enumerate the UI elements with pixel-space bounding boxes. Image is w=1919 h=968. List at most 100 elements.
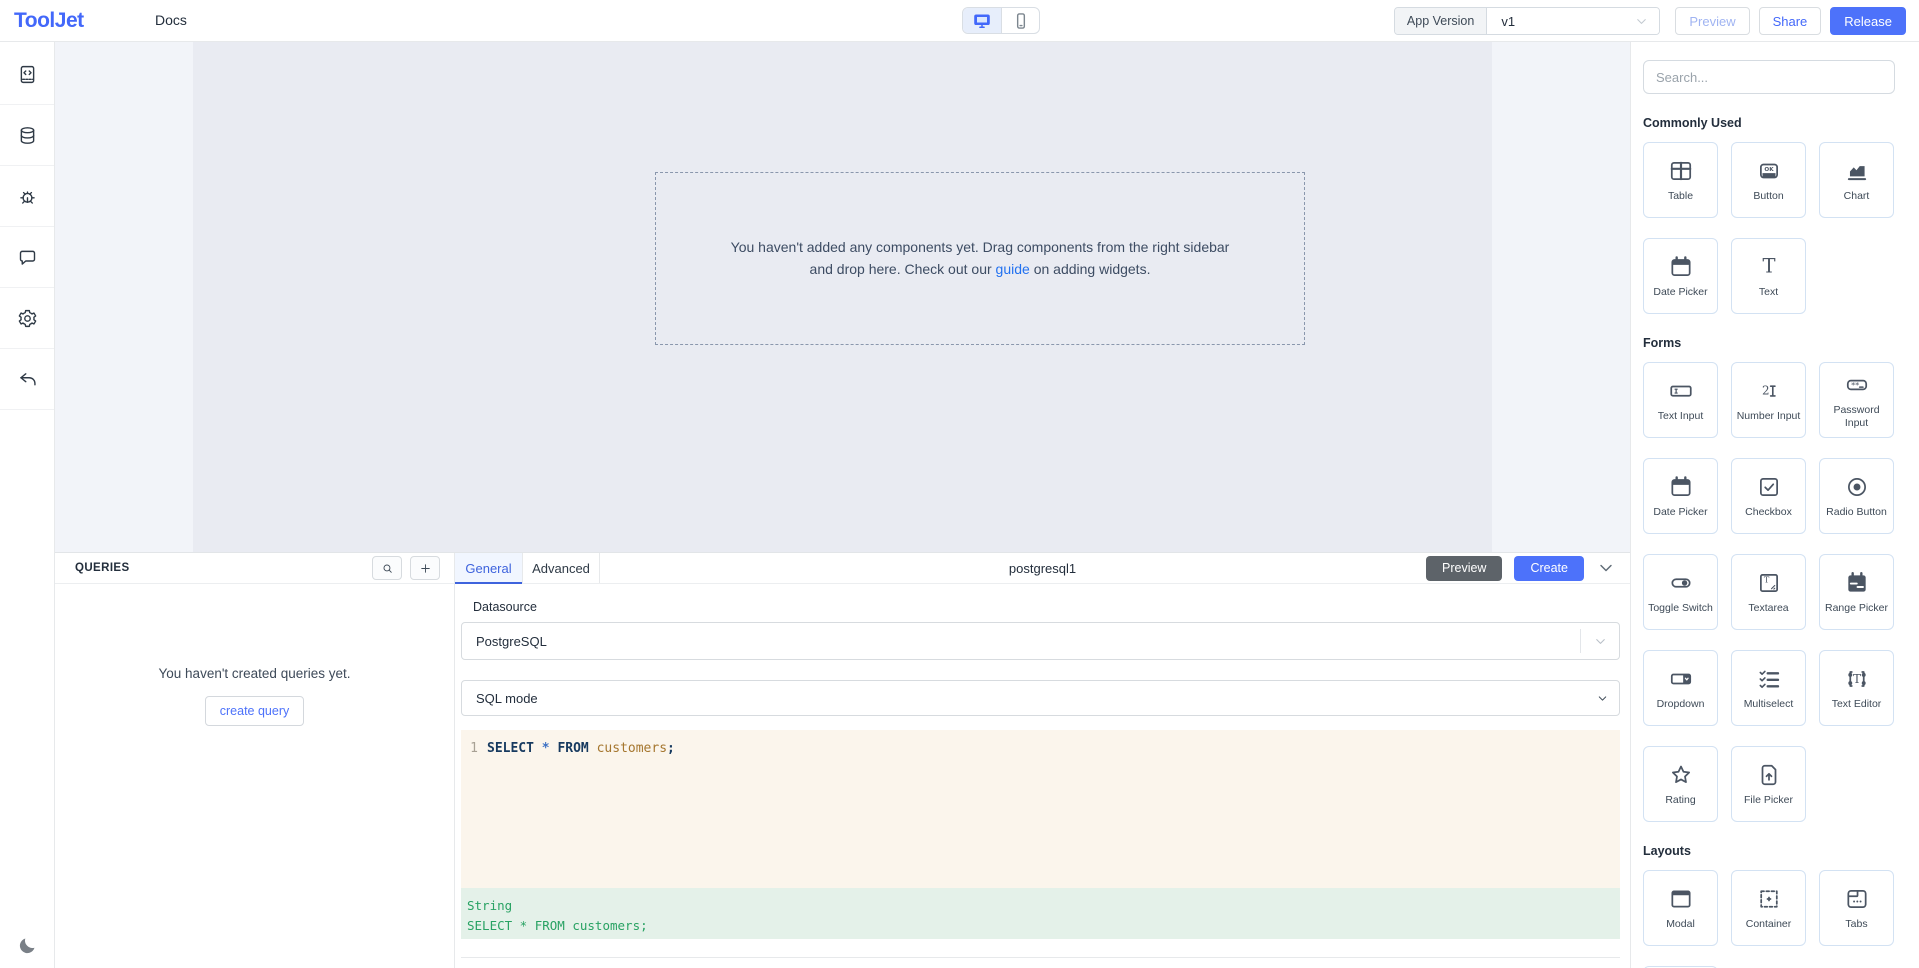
settings-button[interactable] <box>0 288 54 349</box>
query-create-button[interactable]: Create <box>1514 556 1584 581</box>
query-editor-body: Datasource PostgreSQL SQL mode 1 SELECT … <box>455 584 1630 958</box>
pages-icon <box>17 64 38 85</box>
multiselect-icon <box>1756 666 1782 692</box>
app-version-label: App Version <box>1395 8 1487 34</box>
sql-code-editor[interactable]: 1 SELECT * FROM customers; <box>461 730 1620 888</box>
search-queries-button[interactable] <box>372 556 402 580</box>
svg-text:**: ** <box>1851 380 1859 390</box>
widget-card-chart[interactable]: Chart <box>1819 142 1894 218</box>
datasources-button[interactable] <box>0 105 54 166</box>
widget-label: Date Picker <box>1646 286 1716 299</box>
app-name[interactable]: Docs <box>155 12 187 28</box>
widget-card-textarea[interactable]: TTextarea <box>1731 554 1806 630</box>
widget-card-multiselect[interactable]: Multiselect <box>1731 650 1806 726</box>
guide-link[interactable]: guide <box>996 261 1030 277</box>
collapse-panel-chevron-icon[interactable] <box>1596 558 1616 578</box>
moon-icon <box>17 935 38 956</box>
app-builder: ToolJet Docs App Version v1 <box>0 0 1919 968</box>
app-canvas[interactable]: You haven't added any components yet. Dr… <box>193 42 1492 552</box>
widget-card-toggle-switch[interactable]: Toggle Switch <box>1643 554 1718 630</box>
result-type-label: String <box>467 896 1620 916</box>
share-button[interactable]: Share <box>1759 7 1822 35</box>
widget-label: Checkbox <box>1734 506 1804 519</box>
left-rail-nav <box>0 44 54 410</box>
widget-label: Button <box>1734 190 1804 203</box>
widget-card-number-input[interactable]: 2Number Input <box>1731 362 1806 438</box>
widget-label: Password Input <box>1822 404 1892 430</box>
pages-button[interactable] <box>0 44 54 105</box>
mobile-icon <box>1011 11 1031 31</box>
passwordinput-icon: ** <box>1844 372 1870 398</box>
widget-grid: Text Input2Number Input ** Password Input D… <box>1643 362 1919 822</box>
tab-general[interactable]: General <box>455 553 523 583</box>
svg-text:OK: OK <box>1764 168 1774 174</box>
widget-label: Radio Button <box>1822 506 1892 519</box>
query-preview-button[interactable]: Preview <box>1426 556 1502 581</box>
widget-card-rating[interactable]: Rating <box>1643 746 1718 822</box>
widget-card-modal[interactable]: Modal <box>1643 870 1718 946</box>
widget-label: File Picker <box>1734 794 1804 807</box>
query-mode-select[interactable]: SQL mode <box>461 680 1620 716</box>
widget-label: Date Picker <box>1646 506 1716 519</box>
svg-text:2: 2 <box>1761 384 1769 398</box>
comments-button[interactable] <box>0 227 54 288</box>
text-icon: T <box>1756 254 1782 280</box>
widget-card-range-picker[interactable]: Range Picker <box>1819 554 1894 630</box>
widget-card-table[interactable]: Table <box>1643 142 1718 218</box>
numberinput-icon: 2 <box>1756 378 1782 404</box>
canvas-empty-state: You haven't added any components yet. Dr… <box>655 172 1305 345</box>
widget-label: Modal <box>1646 918 1716 931</box>
section-heading: Commonly Used <box>1643 116 1919 130</box>
widget-label: Dropdown <box>1646 698 1716 711</box>
search-icon <box>381 562 394 575</box>
widget-card-dropdown[interactable]: Dropdown <box>1643 650 1718 726</box>
datepicker-icon <box>1668 474 1694 500</box>
widget-card-password-input[interactable]: ** Password Input <box>1819 362 1894 438</box>
add-query-button[interactable] <box>410 556 440 580</box>
radiobutton-icon <box>1844 474 1870 500</box>
widget-card-tabs[interactable]: Tabs <box>1819 870 1894 946</box>
queries-title: QUERIES <box>75 562 130 574</box>
widget-card-container[interactable]: Container <box>1731 870 1806 946</box>
datasource-label: Datasource <box>461 600 1620 614</box>
canvas-background: You haven't added any components yet. Dr… <box>55 42 1630 552</box>
widget-card-file-picker[interactable]: File Picker <box>1731 746 1806 822</box>
widget-card-text-input[interactable]: Text Input <box>1643 362 1718 438</box>
query-mode-value: SQL mode <box>476 691 538 706</box>
widget-search-input[interactable] <box>1643 60 1895 94</box>
left-sidebar <box>0 42 55 968</box>
debugger-button[interactable] <box>0 166 54 227</box>
preview-button[interactable]: Preview <box>1675 7 1749 35</box>
dark-mode-toggle[interactable] <box>0 935 54 956</box>
debugger-icon <box>17 186 38 207</box>
line-number: 1 <box>461 739 487 758</box>
tabs-icon <box>1844 886 1870 912</box>
query-panel: QUERIES You haven't created queries yet.… <box>55 552 1630 968</box>
widget-card-button[interactable]: OK Button <box>1731 142 1806 218</box>
widget-card-date-picker[interactable]: Date Picker <box>1643 458 1718 534</box>
datasource-select[interactable]: PostgreSQL <box>461 622 1620 660</box>
widget-card-radio-button[interactable]: Radio Button <box>1819 458 1894 534</box>
tooljet-logo[interactable]: ToolJet <box>14 9 84 33</box>
tab-advanced[interactable]: Advanced <box>523 553 600 583</box>
settings-icon <box>17 308 38 329</box>
right-sidebar: Commonly Used Table OK Button Chart Date Pick… <box>1630 42 1919 968</box>
widget-card-checkbox[interactable]: Checkbox <box>1731 458 1806 534</box>
mobile-toggle-button[interactable] <box>1001 8 1039 33</box>
editor-section-divider <box>461 957 1620 958</box>
desktop-toggle-button[interactable] <box>963 8 1001 33</box>
undo-button[interactable] <box>0 349 54 410</box>
chevron-down-icon <box>1634 14 1649 29</box>
widget-card-text-editor[interactable]: TText Editor <box>1819 650 1894 726</box>
create-query-button[interactable]: create query <box>205 696 304 726</box>
widget-label: Table <box>1646 190 1716 203</box>
widget-card-date-picker[interactable]: Date Picker <box>1643 238 1718 314</box>
datasources-icon <box>17 125 38 146</box>
chart-icon <box>1844 158 1870 184</box>
dropdown-icon <box>1668 666 1694 692</box>
queries-empty-text: You haven't created queries yet. <box>55 666 454 681</box>
release-button[interactable]: Release <box>1830 7 1906 35</box>
widget-card-text[interactable]: TText <box>1731 238 1806 314</box>
comments-icon <box>17 247 38 268</box>
app-version-select[interactable]: v1 <box>1487 8 1659 34</box>
